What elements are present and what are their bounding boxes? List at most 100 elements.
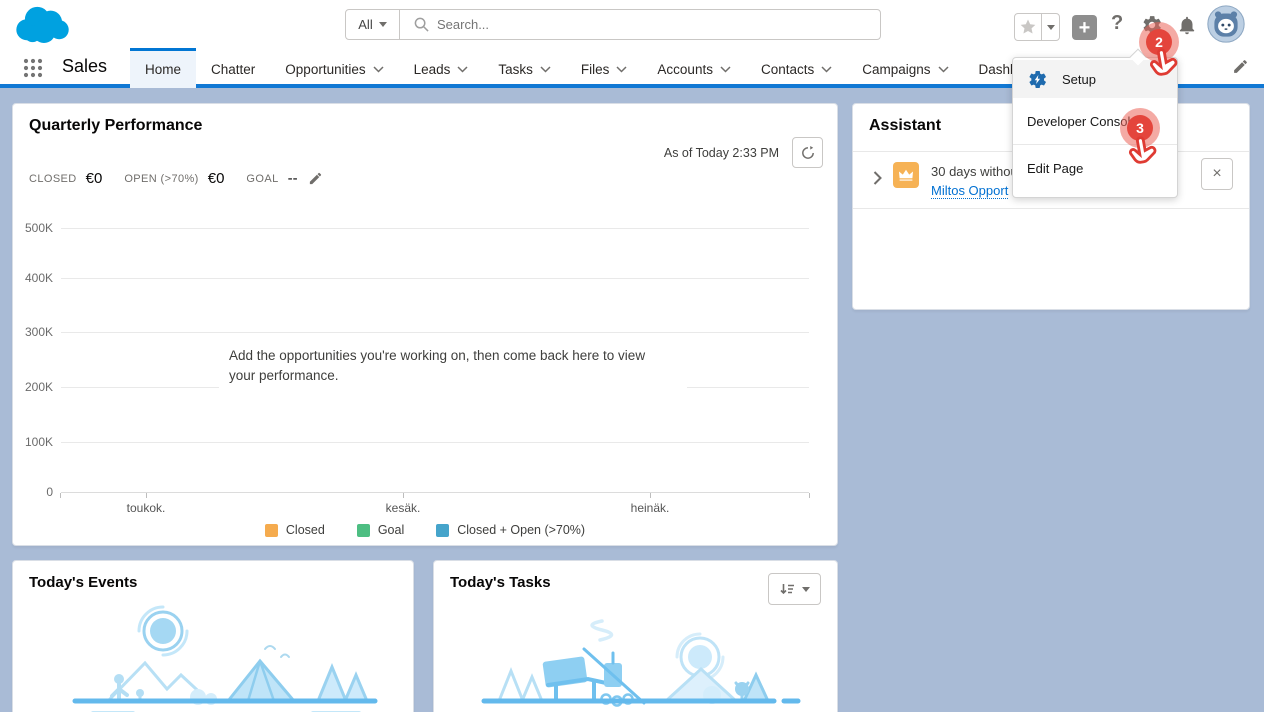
axis-tick bbox=[403, 493, 404, 498]
x-tick-label: heinäk. bbox=[630, 501, 670, 515]
y-tick-label: 500K bbox=[24, 221, 53, 235]
edit-nav-pencil-icon[interactable] bbox=[1232, 58, 1249, 75]
x-tick-label: kesäk. bbox=[385, 501, 421, 515]
menu-item-label: Edit Page bbox=[1027, 160, 1084, 176]
app-name: Sales bbox=[62, 56, 108, 76]
x-axis-line bbox=[61, 492, 809, 493]
chevron-right-icon[interactable] bbox=[873, 171, 882, 185]
refresh-button[interactable] bbox=[792, 137, 823, 168]
card-title: Today's Tasks bbox=[450, 574, 551, 591]
search-scope-label: All bbox=[358, 17, 373, 32]
axis-tick bbox=[650, 493, 651, 498]
sort-icon bbox=[779, 583, 794, 594]
chevron-down-icon bbox=[938, 66, 949, 73]
tab-contacts[interactable]: Contacts bbox=[746, 48, 847, 88]
chevron-down-icon bbox=[821, 66, 832, 73]
chevron-down-icon bbox=[378, 22, 387, 27]
tab-chatter[interactable]: Chatter bbox=[196, 48, 270, 88]
click-hand-icon bbox=[1128, 136, 1157, 164]
chevron-down-icon bbox=[616, 66, 627, 73]
stat-value-open: €0 bbox=[207, 170, 225, 187]
stat-value-closed: €0 bbox=[85, 170, 103, 187]
x-tick-label: toukok. bbox=[126, 501, 166, 515]
gridline bbox=[61, 228, 809, 229]
y-tick-label: 400K bbox=[24, 271, 53, 285]
global-header: All + ? bbox=[0, 0, 1264, 48]
tab-accounts[interactable]: Accounts bbox=[642, 48, 746, 88]
tab-opportunities[interactable]: Opportunities bbox=[270, 48, 398, 88]
search-icon bbox=[414, 17, 429, 32]
menu-item-label: Setup bbox=[1062, 71, 1096, 87]
search-input[interactable] bbox=[437, 17, 817, 32]
axis-tick bbox=[146, 493, 147, 498]
stat-label-open: OPEN (>70%) bbox=[124, 172, 199, 185]
help-icon: ? bbox=[1111, 12, 1124, 34]
campsite-illustration bbox=[481, 619, 801, 707]
chevron-down-icon bbox=[720, 66, 731, 73]
chevron-down-icon bbox=[540, 66, 551, 73]
axis-tick bbox=[60, 493, 61, 498]
legend-item-closed: Closed bbox=[264, 523, 325, 537]
legend-item-closed-open: Closed + Open (>70%) bbox=[436, 523, 585, 537]
nav-tabs: Home Chatter Opportunities Leads Tasks F… bbox=[130, 48, 1084, 88]
legend-swatch-goal bbox=[356, 523, 370, 537]
chart-legend: Closed Goal Closed + Open (>70%) bbox=[13, 523, 837, 537]
edit-goal-pencil-icon[interactable] bbox=[308, 171, 323, 186]
y-tick-label: 100K bbox=[24, 435, 53, 449]
performance-stats: CLOSED €0 OPEN (>70%) €0 GOAL -- bbox=[29, 170, 323, 187]
y-tick-label: 200K bbox=[24, 380, 53, 394]
todays-events-card: Today's Events bbox=[12, 560, 414, 712]
tab-campaigns[interactable]: Campaigns bbox=[847, 48, 963, 88]
help-button[interactable]: ? bbox=[1111, 12, 1123, 35]
tab-tasks[interactable]: Tasks bbox=[483, 48, 566, 88]
gridline bbox=[61, 278, 809, 279]
user-avatar[interactable] bbox=[1207, 5, 1245, 43]
todays-tasks-card: Today's Tasks bbox=[433, 560, 838, 712]
app-launcher-waffle-icon[interactable] bbox=[22, 57, 44, 79]
assistant-item-text: 30 days without bbox=[931, 164, 1022, 179]
search-scope-dropdown[interactable]: All bbox=[346, 10, 400, 39]
card-title: Quarterly Performance bbox=[29, 117, 203, 134]
refresh-icon bbox=[801, 145, 814, 159]
dismiss-button[interactable]: × bbox=[1201, 158, 1233, 190]
tab-home[interactable]: Home bbox=[130, 48, 197, 88]
legend-swatch-closed-open bbox=[436, 523, 450, 537]
axis-tick bbox=[809, 493, 810, 498]
opportunity-crown-icon bbox=[893, 162, 919, 188]
y-tick-label: 0 bbox=[46, 485, 53, 499]
chevron-down-icon bbox=[373, 66, 384, 73]
tab-files[interactable]: Files bbox=[566, 48, 643, 88]
plus-icon: + bbox=[1078, 16, 1091, 39]
quarterly-performance-card: Quarterly Performance As of Today 2:33 P… bbox=[12, 103, 838, 546]
chevron-down-icon bbox=[457, 66, 468, 73]
click-hand-icon bbox=[1149, 48, 1178, 76]
card-title: Today's Events bbox=[29, 574, 138, 591]
camping-illustration bbox=[72, 605, 378, 712]
global-actions-button[interactable]: + bbox=[1072, 15, 1097, 40]
close-icon: × bbox=[1212, 165, 1222, 182]
stat-value-goal: -- bbox=[287, 170, 298, 187]
stat-label-goal: GOAL bbox=[246, 172, 279, 185]
global-search: All bbox=[345, 9, 881, 40]
notifications-bell-button[interactable] bbox=[1176, 14, 1198, 36]
gridline bbox=[61, 442, 809, 443]
favorites-dropdown-button[interactable] bbox=[1041, 14, 1059, 40]
salesforce-home-page: All + ? bbox=[0, 0, 1264, 712]
divider bbox=[853, 208, 1249, 209]
favorite-star-icon[interactable] bbox=[1015, 18, 1041, 36]
y-tick-label: 300K bbox=[24, 325, 53, 339]
setup-gear-lightning-icon bbox=[1029, 70, 1046, 88]
salesforce-logo-icon bbox=[16, 6, 69, 44]
legend-swatch-closed bbox=[264, 523, 278, 537]
stat-label-closed: CLOSED bbox=[29, 172, 77, 185]
tab-leads[interactable]: Leads bbox=[399, 48, 484, 88]
assistant-item-link[interactable]: Miltos Opport bbox=[931, 183, 1009, 199]
chevron-down-icon bbox=[801, 586, 810, 592]
chevron-down-icon bbox=[1046, 24, 1055, 30]
gridline bbox=[61, 332, 809, 333]
favorites-control bbox=[1014, 13, 1060, 41]
card-title: Assistant bbox=[869, 117, 942, 134]
as-of-timestamp: As of Today 2:33 PM bbox=[663, 146, 779, 160]
legend-item-goal: Goal bbox=[356, 523, 404, 537]
chart-empty-message: Add the opportunities you're working on,… bbox=[219, 340, 687, 406]
